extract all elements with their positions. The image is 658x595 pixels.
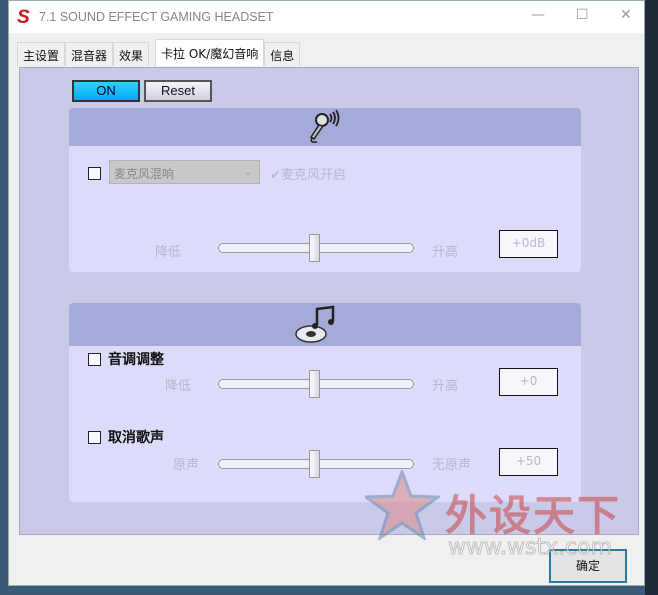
dropdown-value: 麦克风混响 bbox=[114, 167, 175, 181]
on-button[interactable]: ON bbox=[72, 80, 140, 102]
microphone-group: 麦克风混响 ⌄ ✔麦克风开启 降低 升高 +0dB bbox=[69, 108, 581, 272]
slider-thumb[interactable] bbox=[309, 234, 320, 262]
tab-mixer[interactable]: 混音器 bbox=[65, 42, 114, 66]
tab-effects[interactable]: 效果 bbox=[113, 42, 150, 66]
reset-button[interactable]: Reset bbox=[144, 80, 212, 102]
app-logo: S bbox=[17, 7, 30, 28]
karaoke-panel: ON Reset 麦克风混响 ⌄ ✔麦克风开启 降低 升高 +0dB 音调调整 降… bbox=[19, 67, 639, 535]
pitch-value-field[interactable]: +0 bbox=[499, 368, 558, 396]
mic-value-field[interactable]: +0dB bbox=[499, 230, 558, 258]
maximize-button[interactable]: ☐ bbox=[576, 7, 589, 23]
close-button[interactable]: ✕ bbox=[620, 7, 632, 23]
pitch-slider[interactable] bbox=[218, 370, 414, 398]
mic-effect-dropdown[interactable]: 麦克风混响 ⌄ bbox=[109, 160, 260, 184]
pitch-low-label: 降低 bbox=[165, 379, 192, 394]
slider-thumb[interactable] bbox=[309, 370, 320, 398]
music-group-header bbox=[69, 303, 581, 346]
app-window: S 7.1 SOUND EFFECT GAMING HEADSET — ☐ ✕ … bbox=[8, 0, 645, 586]
mic-on-label: ✔麦克风开启 bbox=[270, 168, 346, 183]
tab-bar: 主设置 混音器 效果 卡拉 OK/魔幻音响 信息 bbox=[17, 39, 301, 67]
pitch-high-label: 升高 bbox=[432, 379, 459, 394]
vocal-value-field[interactable]: +50 bbox=[499, 448, 558, 476]
tab-info[interactable]: 信息 bbox=[264, 42, 301, 66]
music-disc-icon bbox=[295, 305, 335, 343]
title-bar: S 7.1 SOUND EFFECT GAMING HEADSET — ☐ ✕ bbox=[9, 1, 644, 33]
chevron-down-icon: ⌄ bbox=[242, 164, 253, 178]
ok-button[interactable]: 确定 bbox=[549, 549, 627, 583]
microphone-group-header bbox=[69, 108, 581, 146]
slider-thumb[interactable] bbox=[309, 450, 320, 478]
pitch-adjust-label: 音调调整 bbox=[108, 352, 164, 368]
pitch-adjust-checkbox[interactable] bbox=[88, 353, 101, 366]
desktop-background bbox=[645, 0, 658, 595]
slider-high-label: 升高 bbox=[432, 245, 459, 260]
vocal-slider[interactable] bbox=[218, 450, 414, 478]
minimize-button[interactable]: — bbox=[531, 7, 545, 23]
vocal-cancel-checkbox[interactable] bbox=[88, 431, 101, 444]
tab-main-settings[interactable]: 主设置 bbox=[17, 42, 66, 66]
vocal-cancel-label: 取消歌声 bbox=[108, 430, 164, 446]
vocal-high-label: 无原声 bbox=[432, 458, 472, 473]
window-title: 7.1 SOUND EFFECT GAMING HEADSET bbox=[39, 10, 274, 24]
slider-low-label: 降低 bbox=[155, 245, 182, 260]
vocal-low-label: 原声 bbox=[173, 458, 200, 473]
music-group: 音调调整 降低 升高 +0 取消歌声 原声 无原声 +50 bbox=[69, 303, 581, 502]
microphone-icon bbox=[309, 110, 340, 143]
mic-volume-slider[interactable] bbox=[218, 234, 414, 262]
mic-reverb-checkbox[interactable] bbox=[88, 167, 101, 180]
tab-karaoke[interactable]: 卡拉 OK/魔幻音响 bbox=[155, 39, 265, 66]
